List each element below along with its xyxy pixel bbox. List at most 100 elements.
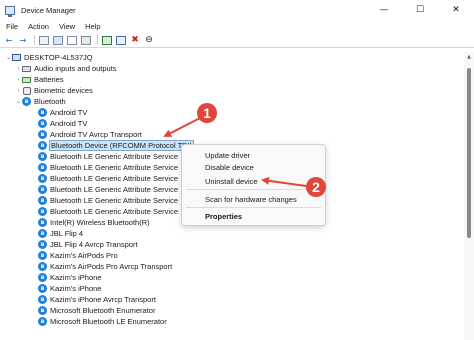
- properties-icon[interactable]: [38, 35, 50, 46]
- bluetooth-device-item[interactable]: ʙ Bluetooth LE Generic Attribute Service: [38, 184, 178, 195]
- bluetooth-icon: ʙ: [38, 295, 47, 304]
- menu-item-disable-device[interactable]: Disable device: [205, 163, 254, 172]
- tree-category-batteries[interactable]: › Batteries: [15, 74, 64, 85]
- bluetooth-device-item[interactable]: ʙ Bluetooth LE Generic Attribute Service: [38, 195, 178, 206]
- bluetooth-icon: ʙ: [38, 229, 47, 238]
- category-label: Biometric devices: [34, 86, 93, 95]
- tree-category-audio[interactable]: › Audio inputs and outputs: [15, 63, 117, 74]
- bluetooth-device-item[interactable]: ʙ Bluetooth LE Generic Attribute Service: [38, 162, 178, 173]
- maximize-button[interactable]: ☐: [402, 0, 438, 20]
- menu-view[interactable]: View: [54, 22, 80, 31]
- device-label: Microsoft Bluetooth Enumerator: [50, 306, 156, 315]
- back-arrow-icon[interactable]: ←: [3, 35, 15, 46]
- bluetooth-icon: ʙ: [38, 108, 47, 117]
- bluetooth-icon: ʙ: [38, 251, 47, 260]
- bluetooth-device-item[interactable]: ʙ Android TV: [38, 107, 87, 118]
- toolbar-separator: [97, 35, 98, 45]
- bluetooth-icon: ʙ: [38, 174, 47, 183]
- forward-arrow-icon[interactable]: →: [17, 35, 29, 46]
- bluetooth-icon: ʙ: [38, 240, 47, 249]
- category-label: Bluetooth: [34, 97, 66, 106]
- bluetooth-icon: ʙ: [38, 196, 47, 205]
- menu-item-uninstall-device[interactable]: Uninstall device: [205, 177, 258, 186]
- device-label: Kazim's iPhone Avrcp Transport: [50, 295, 156, 304]
- expand-chevron-icon[interactable]: ›: [15, 88, 22, 94]
- bluetooth-device-item[interactable]: ʙ JBL Flip 4 Avrcp Transport: [38, 239, 138, 250]
- context-menu: Update driver Disable device Uninstall d…: [181, 144, 326, 226]
- bluetooth-device-item-selected[interactable]: ʙ Bluetooth Device (RFCOMM Protocol TDI): [38, 140, 195, 151]
- toolbar-separator: [34, 35, 35, 45]
- bluetooth-device-item[interactable]: ʙ Microsoft Bluetooth LE Enumerator: [38, 316, 167, 327]
- fingerprint-icon: [22, 86, 31, 95]
- menu-bar: File Action View Help: [0, 20, 474, 33]
- device-label: Bluetooth LE Generic Attribute Service: [50, 152, 178, 161]
- bluetooth-icon: ʙ: [38, 163, 47, 172]
- bluetooth-device-item[interactable]: ʙ Bluetooth LE Generic Attribute Service: [38, 151, 178, 162]
- bluetooth-device-item[interactable]: ʙ Kazim's AirPods Pro Avrcp Transport: [38, 261, 172, 272]
- bluetooth-icon: ʙ: [38, 185, 47, 194]
- bluetooth-icon: ʙ: [38, 284, 47, 293]
- disable-icon[interactable]: ⊖: [143, 35, 155, 46]
- speaker-icon: [22, 64, 31, 73]
- bluetooth-icon: ʙ: [38, 130, 47, 139]
- bluetooth-device-item[interactable]: ʙ Kazim's iPhone: [38, 283, 101, 294]
- bluetooth-device-item[interactable]: ʙ Microsoft Bluetooth Enumerator: [38, 305, 155, 316]
- menu-file[interactable]: File: [0, 22, 23, 31]
- bluetooth-icon: ʙ: [38, 317, 47, 326]
- menu-item-update-driver[interactable]: Update driver: [205, 151, 250, 160]
- menu-action[interactable]: Action: [23, 22, 54, 31]
- collapse-chevron-icon[interactable]: ⌄: [15, 99, 22, 105]
- device-label: Bluetooth LE Generic Attribute Service: [50, 207, 178, 216]
- device-label: JBL Flip 4: [50, 229, 84, 238]
- tree-category-bluetooth[interactable]: ⌄ ʙ Bluetooth: [15, 96, 66, 107]
- tree-root[interactable]: ⌄ DESKTOP-4L537JQ: [5, 52, 93, 63]
- device-label: Bluetooth LE Generic Attribute Service: [50, 185, 178, 194]
- device-label: Microsoft Bluetooth LE Enumerator: [50, 317, 167, 326]
- scan-icon[interactable]: [101, 35, 113, 46]
- device-label: Intel(R) Wireless Bluetooth(R): [50, 218, 150, 227]
- bluetooth-device-item[interactable]: ʙ Bluetooth LE Generic Attribute Service: [38, 173, 178, 184]
- scrollbar-thumb[interactable]: [467, 68, 471, 238]
- device-label: Android TV: [50, 119, 88, 128]
- minimize-button[interactable]: —: [366, 0, 402, 20]
- menu-item-scan-hardware[interactable]: Scan for hardware changes: [205, 195, 297, 204]
- show-hide-icon[interactable]: [52, 35, 64, 46]
- bluetooth-icon: ʙ: [38, 152, 47, 161]
- bluetooth-device-item[interactable]: ʙ Bluetooth LE Generic Attribute Service: [38, 206, 178, 217]
- bluetooth-device-item[interactable]: ʙ Android TV: [38, 118, 87, 129]
- uninstall-icon[interactable]: ✖: [129, 35, 141, 46]
- scroll-up-arrow-icon[interactable]: ▲: [464, 52, 474, 62]
- menu-item-properties[interactable]: Properties: [205, 212, 242, 221]
- bluetooth-icon: ʙ: [38, 262, 47, 271]
- bluetooth-icon: ʙ: [38, 207, 47, 216]
- device-label: Android TV Avrcp Transport: [50, 130, 142, 139]
- category-label: Batteries: [34, 75, 64, 84]
- title-bar: Device Manager — ☐ ✕: [0, 0, 474, 20]
- device-label: Android TV: [50, 108, 88, 117]
- device-label: Bluetooth LE Generic Attribute Service: [50, 196, 178, 205]
- bluetooth-device-item[interactable]: ʙ Android TV Avrcp Transport: [38, 129, 142, 140]
- tree-category-biometric[interactable]: › Biometric devices: [15, 85, 93, 96]
- collapse-chevron-icon[interactable]: ⌄: [5, 55, 12, 61]
- expand-chevron-icon[interactable]: ›: [15, 66, 22, 72]
- bluetooth-icon: ʙ: [38, 119, 47, 128]
- category-label: Audio inputs and outputs: [34, 64, 117, 73]
- bluetooth-device-item[interactable]: ʙ Intel(R) Wireless Bluetooth(R): [38, 217, 150, 228]
- expand-chevron-icon[interactable]: ›: [15, 77, 22, 83]
- vertical-scrollbar[interactable]: ▲: [464, 52, 474, 340]
- close-button[interactable]: ✕: [438, 0, 474, 20]
- bluetooth-device-item[interactable]: ʙ Kazim's AirPods Pro: [38, 250, 118, 261]
- device-label: JBL Flip 4 Avrcp Transport: [50, 240, 138, 249]
- bluetooth-device-item[interactable]: ʙ JBL Flip 4: [38, 228, 83, 239]
- update-driver-icon[interactable]: [115, 35, 127, 46]
- help-icon[interactable]: [66, 35, 78, 46]
- bluetooth-device-item[interactable]: ʙ Kazim's iPhone: [38, 272, 101, 283]
- bluetooth-icon: ʙ: [38, 141, 47, 150]
- window-title: Device Manager: [21, 5, 76, 15]
- tree-root-label: DESKTOP-4L537JQ: [24, 53, 93, 62]
- details-icon[interactable]: [80, 35, 92, 46]
- bluetooth-device-item[interactable]: ʙ Kazim's iPhone Avrcp Transport: [38, 294, 156, 305]
- menu-help[interactable]: Help: [80, 22, 105, 31]
- device-label: Kazim's AirPods Pro: [50, 251, 118, 260]
- computer-icon: [12, 53, 21, 62]
